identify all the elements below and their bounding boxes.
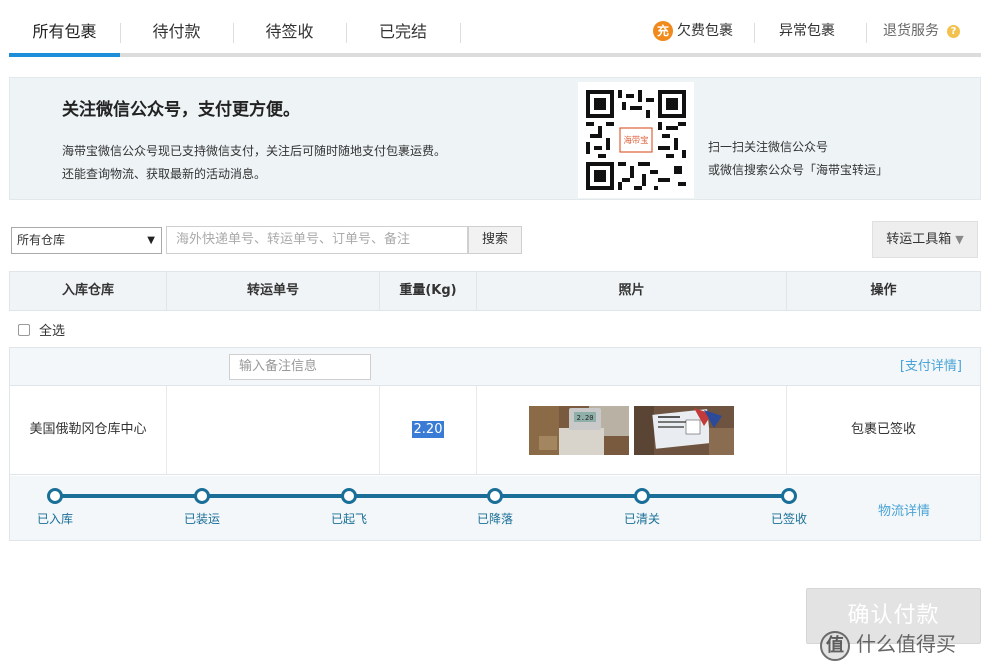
select-all-checkbox[interactable]	[18, 324, 30, 336]
step-node	[194, 488, 210, 504]
watermark-text: 什么值得买	[856, 632, 956, 656]
help-icon[interactable]: ?	[947, 24, 960, 38]
column-header-warehouse: 入库仓库	[10, 272, 167, 310]
wechat-qr-code: 海带宝	[578, 82, 694, 198]
dropdown-caret-icon: ▼	[147, 235, 155, 246]
link-divider	[866, 23, 867, 43]
column-header-photos: 照片	[477, 272, 787, 310]
step-node	[47, 488, 63, 504]
qr-instruction-line: 扫一扫关注微信公众号	[708, 140, 829, 154]
column-header-actions: 操作	[870, 283, 897, 298]
tab-divider	[460, 23, 461, 43]
recharge-icon: 充	[653, 21, 673, 41]
banner-description: 海带宝微信公众号现已支持微信支付，关注后可随时随地支付包裹运费。 还能查询物流、…	[62, 140, 542, 186]
package-photo-box[interactable]	[634, 406, 734, 455]
package-note-input[interactable]: 输入备注信息	[229, 354, 371, 380]
logistics-progress: 已入库 已装运 已起飞 已降落 已清关 已签收 物流详情	[10, 476, 980, 540]
warehouse-select-value: 所有仓库	[17, 233, 66, 247]
column-header-tracking: 转运单号	[167, 272, 380, 310]
link-divider	[754, 23, 755, 43]
package-status: 包裹已签收	[850, 422, 916, 437]
step-label: 已入库	[36, 512, 73, 526]
step-label: 已清关	[623, 512, 660, 526]
arrears-packages-link[interactable]: 充欠费包裹	[653, 10, 733, 53]
select-all-label: 全选	[39, 324, 66, 339]
wechat-banner: 关注微信公众号，支付更方便。 海带宝微信公众号现已支持微信支付，关注后可随时随地…	[9, 77, 981, 200]
step-node	[487, 488, 503, 504]
step-label: 已签收	[770, 512, 807, 526]
package-photos: 2.20	[477, 386, 787, 474]
step-label: 已降落	[476, 512, 513, 526]
return-service-label: 退货服务	[883, 23, 939, 39]
abnormal-packages-link[interactable]: 异常包裹	[779, 10, 835, 53]
package-card: 输入备注信息 [支付详情] 美国俄勒冈仓库中心 2.20 2.20 包裹已签收 …	[9, 347, 981, 541]
logistics-details-link[interactable]: 物流详情	[878, 500, 930, 519]
qr-instruction-line: 或微信搜索公众号「海带宝转运」	[708, 163, 889, 177]
step-label: 已起飞	[330, 512, 367, 526]
package-weight-cell: 2.20	[380, 386, 477, 474]
package-tracking-number	[167, 386, 380, 474]
qr-instructions: 扫一扫关注微信公众号 或微信搜索公众号「海带宝转运」	[708, 136, 888, 182]
return-service-link[interactable]: 退货服务?	[883, 10, 960, 53]
dropdown-triangle-icon: ▼	[955, 233, 964, 246]
watermark-badge: 值	[820, 630, 850, 661]
select-all[interactable]: 全选	[18, 320, 65, 339]
qr-code-graphic: 海带宝	[586, 90, 686, 190]
step-node	[781, 488, 797, 504]
banner-desc-line: 还能查询物流、获取最新的活动消息。	[62, 167, 267, 181]
banner-desc-line: 海带宝微信公众号现已支持微信支付，关注后可随时随地支付包裹运费。	[62, 144, 447, 158]
page: 所有包裹 待付款 待签收 已完结 充欠费包裹 异常包裹 退货服务? 关注微信公众…	[0, 0, 991, 671]
scale-reading: 2.20	[577, 414, 594, 422]
table-header: 入库仓库 转运单号 重量(Kg) 照片 操作	[9, 271, 981, 311]
tab-all-packages[interactable]: 所有包裹	[9, 10, 120, 57]
package-warehouse: 美国俄勒冈仓库中心	[10, 386, 167, 474]
arrears-packages-label: 欠费包裹	[677, 23, 733, 39]
tab-pending-receipt[interactable]: 待签收	[233, 10, 346, 53]
package-row: 美国俄勒冈仓库中心 2.20 2.20 包裹已签收	[10, 386, 980, 475]
payment-details-link[interactable]: [支付详情]	[900, 348, 962, 386]
progress-line	[55, 494, 791, 498]
qr-brand-logo: 海带宝	[623, 135, 648, 145]
transfer-toolbox-label: 转运工具箱	[886, 232, 952, 247]
tab-completed[interactable]: 已完结	[346, 10, 460, 53]
search-button[interactable]: 搜索	[468, 226, 522, 254]
search-input[interactable]: 海外快递单号、转运单号、订单号、备注	[166, 226, 468, 254]
step-node	[341, 488, 357, 504]
site-watermark: 值什么值得买	[820, 628, 956, 661]
warehouse-select[interactable]: 所有仓库 ▼	[11, 227, 162, 254]
step-label: 已装运	[183, 512, 220, 526]
tab-bar: 所有包裹 待付款 待签收 已完结 充欠费包裹 异常包裹 退货服务?	[9, 10, 981, 57]
tab-unpaid[interactable]: 待付款	[120, 10, 233, 53]
package-weight: 2.20	[411, 421, 445, 438]
package-header: 输入备注信息 [支付详情]	[10, 348, 980, 386]
step-node	[634, 488, 650, 504]
banner-title: 关注微信公众号，支付更方便。	[62, 100, 300, 120]
package-photo-scale[interactable]: 2.20	[529, 406, 629, 455]
transfer-toolbox-button[interactable]: 转运工具箱 ▼	[872, 221, 978, 258]
column-header-weight: 重量(Kg)	[380, 272, 477, 310]
